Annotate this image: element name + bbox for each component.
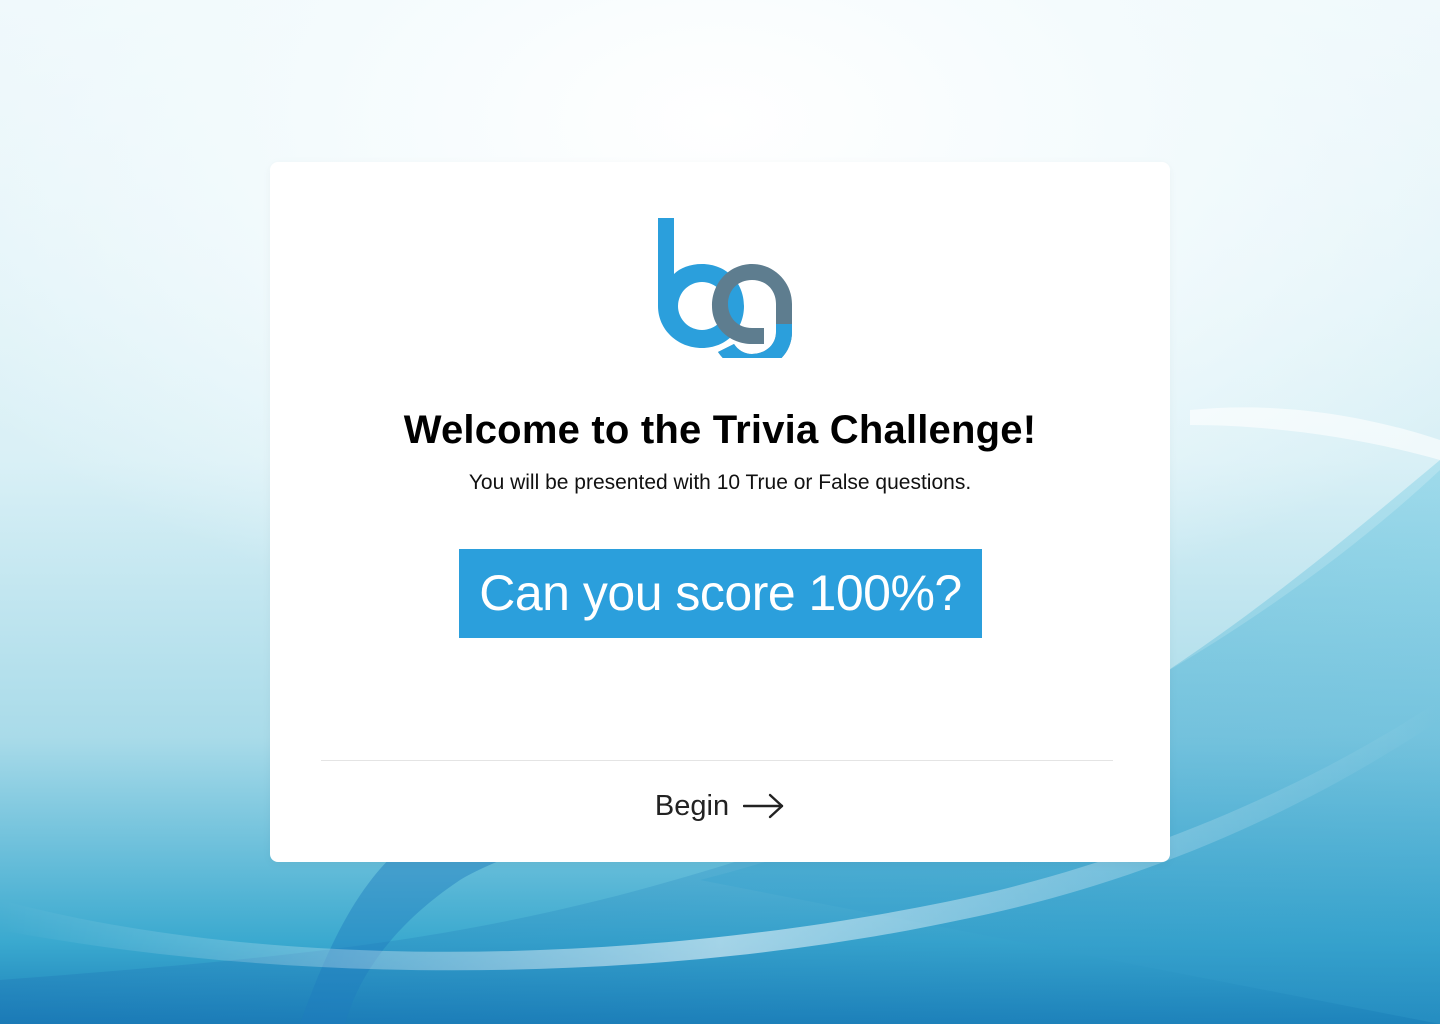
- footer-divider: [321, 760, 1113, 761]
- bg-logo: [658, 218, 792, 358]
- welcome-title: Welcome to the Trivia Challenge!: [403, 408, 1037, 452]
- begin-label: Begin: [654, 789, 730, 822]
- begin-button[interactable]: Begin: [630, 776, 810, 836]
- score-challenge-banner: Can you score 100%?: [459, 549, 982, 638]
- welcome-subtitle: You will be presented with 10 True or Fa…: [468, 471, 972, 494]
- arrow-right-icon: [743, 793, 784, 819]
- welcome-card: Welcome to the Trivia Challenge! You wil…: [270, 162, 1170, 862]
